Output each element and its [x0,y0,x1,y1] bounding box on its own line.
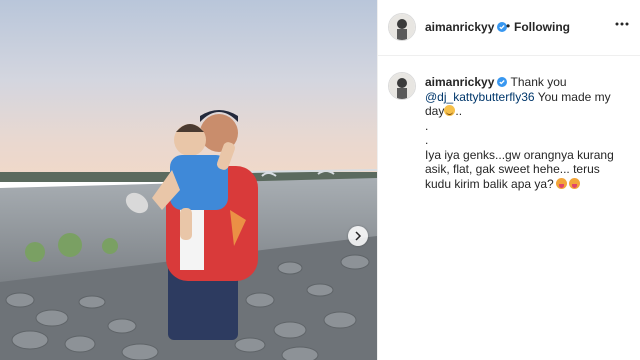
photo-image [0,0,377,360]
verified-badge-icon [497,77,508,87]
username-text: aimanrickyy [425,20,495,34]
caption-dot: . [425,133,429,147]
post-photo[interactable] [0,0,377,360]
tongue-face-icon [555,177,567,189]
post-header: aimanrickyy • Following [378,0,640,56]
chevron-right-icon [355,231,362,241]
separator-dot: • [506,19,511,33]
mention-link[interactable]: @dj_kattybutterfly36 [425,90,535,104]
caption-text: aimanrickyy Thank you @dj_kattybutterfly… [425,75,625,191]
avatar[interactable] [388,13,416,41]
username-link[interactable]: aimanrickyy [425,20,508,34]
more-options-icon[interactable] [614,21,630,27]
carousel-next-button[interactable] [348,226,368,246]
caption-avatar[interactable] [388,72,416,100]
tongue-face-icon [568,177,580,189]
post-side-panel: aimanrickyy • Following aimanrickyy Than… [377,0,640,360]
caption-username[interactable]: aimanrickyy [425,75,494,89]
caption-thanks: Thank you [510,75,567,89]
smiling-face-icon [444,105,456,116]
caption-paragraph: Iya iya genks...gw orangnya kurang asik,… [425,147,614,191]
following-button[interactable]: Following [514,20,570,34]
caption-dot: . [425,118,429,133]
caption-ellipsis: .. [455,104,463,118]
